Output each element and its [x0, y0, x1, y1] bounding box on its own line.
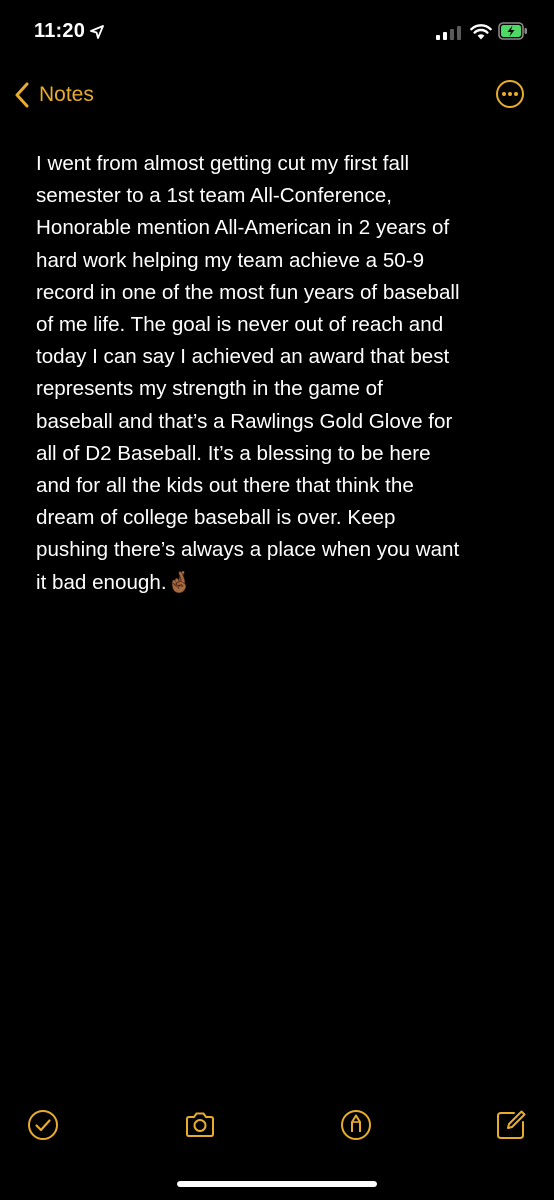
back-button-label: Notes	[39, 83, 94, 106]
note-line: baseball and that’s a Rawlings Gold Glov…	[36, 409, 453, 433]
status-time: 11:20	[34, 20, 86, 42]
note-line: represents my strength in the game of	[36, 377, 383, 401]
note-text-body[interactable]: I went from almost getting cut my first …	[36, 148, 522, 599]
battery-charging-icon	[498, 22, 527, 40]
note-line: all of D2 Baseball. It’s a blessing to b…	[36, 441, 431, 465]
chevron-left-icon	[15, 82, 29, 108]
note-line: I went from almost getting cut my first …	[36, 152, 410, 175]
navigation-bar: Notes	[0, 72, 554, 116]
note-line: record in one of the most fun years of b…	[36, 280, 460, 304]
note-line: pushing there’s always a place when you …	[36, 538, 460, 562]
note-line: dream of college baseball is over. Keep	[36, 506, 396, 530]
compose-icon[interactable]	[494, 1108, 528, 1142]
note-line: today I can say I achieved an award that…	[36, 345, 450, 369]
checkmark-circle-icon[interactable]	[26, 1108, 60, 1142]
ellipsis-circle-icon[interactable]	[495, 79, 525, 109]
home-indicator[interactable]	[177, 1181, 377, 1187]
note-line: and for all the kids out there that thin…	[36, 474, 414, 498]
note-line: it bad enough.🤞🏾	[36, 570, 193, 594]
note-line: of me life. The goal is never out of rea…	[36, 313, 444, 337]
bottom-toolbar	[0, 1104, 554, 1148]
camera-icon[interactable]	[183, 1108, 217, 1142]
status-bar: 11:20	[0, 0, 554, 64]
note-line: Honorable mention All-American in 2 year…	[36, 216, 450, 240]
note-line: hard work helping my team achieve a 50-9	[36, 248, 425, 272]
markup-pen-icon[interactable]	[339, 1108, 373, 1142]
wifi-icon	[470, 24, 492, 40]
back-to-notes-button[interactable]: Notes	[14, 80, 94, 110]
cellular-signal-icon	[436, 26, 461, 40]
note-line: semester to a 1st team All-Conference,	[36, 184, 392, 208]
location-arrow-icon	[90, 25, 104, 39]
